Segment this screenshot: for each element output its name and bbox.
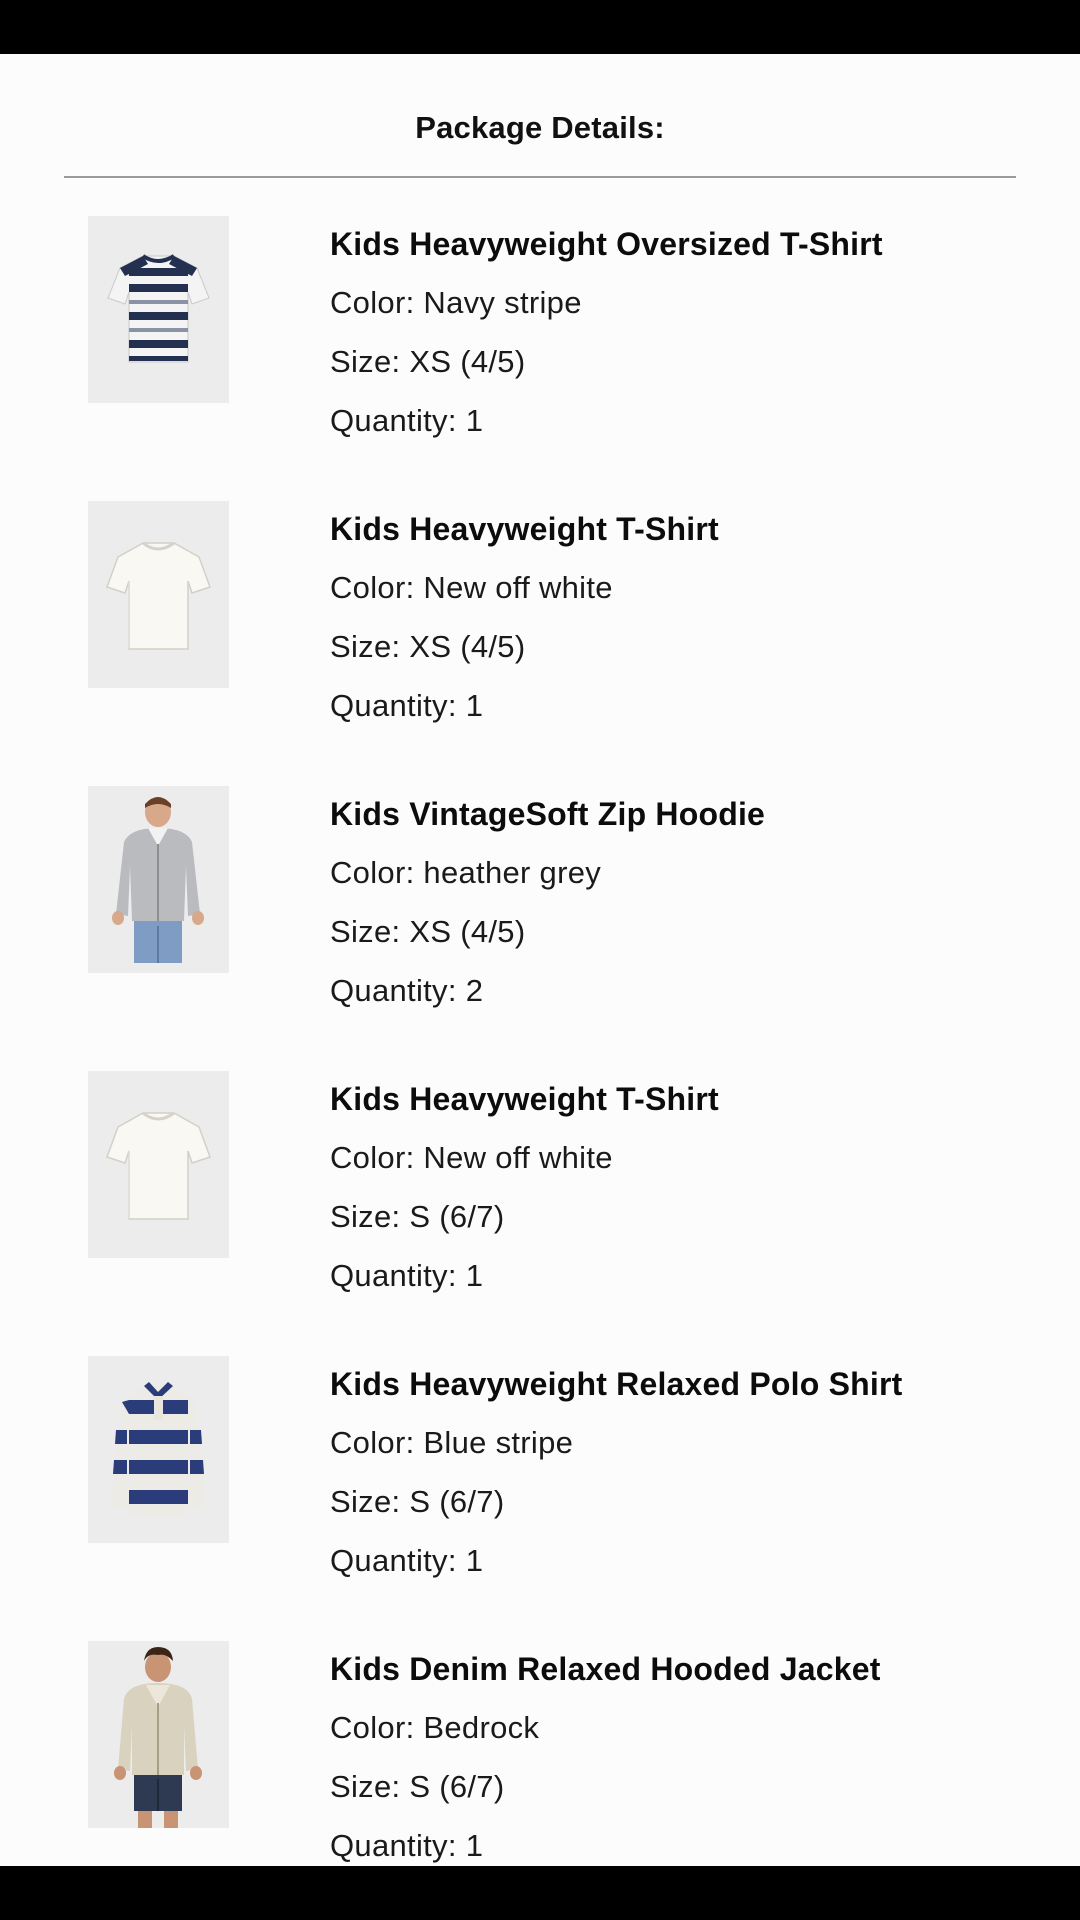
off-white-tshirt-image — [88, 501, 229, 688]
product-name[interactable]: Kids Heavyweight T-Shirt — [330, 1079, 1050, 1119]
product-quantity: Quantity: 1 — [330, 1256, 1050, 1296]
color-value: Navy stripe — [423, 285, 582, 320]
product-size: Size: S (6/7) — [330, 1482, 1050, 1522]
size-label: Size: — [330, 1199, 410, 1234]
product-image[interactable] — [88, 786, 229, 973]
grey-zip-hoodie-model-image — [88, 786, 229, 973]
product-color: Color: Navy stripe — [330, 283, 1050, 323]
size-value: XS (4/5) — [409, 914, 526, 949]
color-label: Color: — [330, 855, 424, 890]
navigation-bar — [0, 1866, 1080, 1920]
product-color: Color: Bedrock — [330, 1708, 1050, 1748]
product-quantity: Quantity: 1 — [330, 401, 1050, 441]
quantity-label: Quantity: — [330, 403, 466, 438]
package-item[interactable]: Kids Heavyweight Relaxed Polo Shirt Colo… — [0, 1356, 1080, 1606]
divider — [64, 176, 1016, 178]
product-image[interactable] — [88, 1356, 229, 1543]
quantity-label: Quantity: — [330, 973, 466, 1008]
quantity-label: Quantity: — [330, 1258, 466, 1293]
product-size: Size: S (6/7) — [330, 1767, 1050, 1807]
product-name[interactable]: Kids Heavyweight Oversized T-Shirt — [330, 224, 1050, 264]
color-label: Color: — [330, 1140, 424, 1175]
product-quantity: Quantity: 1 — [330, 1826, 1050, 1866]
product-image[interactable] — [88, 1641, 229, 1828]
quantity-value: 1 — [465, 403, 484, 438]
package-item[interactable]: Kids Denim Relaxed Hooded Jacket Color: … — [0, 1641, 1080, 1866]
color-label: Color: — [330, 1710, 424, 1745]
size-value: XS (4/5) — [409, 344, 526, 379]
color-label: Color: — [330, 570, 424, 605]
size-label: Size: — [330, 629, 410, 664]
status-bar — [0, 0, 1080, 54]
quantity-label: Quantity: — [330, 1543, 466, 1578]
quantity-label: Quantity: — [330, 688, 466, 723]
size-label: Size: — [330, 344, 410, 379]
quantity-value: 1 — [465, 1543, 484, 1578]
quantity-value: 2 — [465, 973, 484, 1008]
size-value: XS (4/5) — [409, 629, 526, 664]
product-name[interactable]: Kids VintageSoft Zip Hoodie — [330, 794, 1050, 834]
product-color: Color: New off white — [330, 568, 1050, 608]
product-quantity: Quantity: 1 — [330, 686, 1050, 726]
color-label: Color: — [330, 1425, 424, 1460]
quantity-value: 1 — [465, 1828, 484, 1863]
quantity-value: 1 — [465, 1258, 484, 1293]
off-white-tshirt-image — [88, 1071, 229, 1258]
color-label: Color: — [330, 285, 424, 320]
product-size: Size: XS (4/5) — [330, 627, 1050, 667]
package-item[interactable]: Kids VintageSoft Zip Hoodie Color: heath… — [0, 786, 1080, 1036]
package-item[interactable]: Kids Heavyweight T-Shirt Color: New off … — [0, 1071, 1080, 1321]
navy-stripe-tshirt-image — [88, 216, 229, 403]
product-name[interactable]: Kids Heavyweight T-Shirt — [330, 509, 1050, 549]
color-value: Blue stripe — [423, 1425, 574, 1460]
size-label: Size: — [330, 1769, 410, 1804]
product-image[interactable] — [88, 501, 229, 688]
color-value: Bedrock — [423, 1710, 540, 1745]
product-color: Color: heather grey — [330, 853, 1050, 893]
product-name[interactable]: Kids Heavyweight Relaxed Polo Shirt — [330, 1364, 1050, 1404]
product-name[interactable]: Kids Denim Relaxed Hooded Jacket — [330, 1649, 1050, 1689]
product-color: Color: New off white — [330, 1138, 1050, 1178]
size-value: S (6/7) — [409, 1199, 505, 1234]
size-label: Size: — [330, 914, 410, 949]
product-image[interactable] — [88, 216, 229, 403]
package-details-screen: Package Details: Kids Heavyweight Oversi… — [0, 54, 1080, 1866]
bedrock-jacket-model-image — [88, 1641, 229, 1828]
quantity-value: 1 — [465, 688, 484, 723]
color-value: New off white — [423, 570, 613, 605]
size-label: Size: — [330, 1484, 410, 1519]
product-image[interactable] — [88, 1071, 229, 1258]
product-quantity: Quantity: 1 — [330, 1541, 1050, 1581]
product-size: Size: XS (4/5) — [330, 342, 1050, 382]
size-value: S (6/7) — [409, 1769, 505, 1804]
product-color: Color: Blue stripe — [330, 1423, 1050, 1463]
page-title: Package Details: — [415, 110, 665, 145]
product-size: Size: XS (4/5) — [330, 912, 1050, 952]
size-value: S (6/7) — [409, 1484, 505, 1519]
color-value: New off white — [423, 1140, 613, 1175]
blue-stripe-polo-image — [88, 1356, 229, 1543]
quantity-label: Quantity: — [330, 1828, 466, 1863]
product-size: Size: S (6/7) — [330, 1197, 1050, 1237]
package-item[interactable]: Kids Heavyweight Oversized T-Shirt Color… — [0, 216, 1080, 466]
product-quantity: Quantity: 2 — [330, 971, 1050, 1011]
package-item[interactable]: Kids Heavyweight T-Shirt Color: New off … — [0, 501, 1080, 751]
color-value: heather grey — [423, 855, 602, 890]
